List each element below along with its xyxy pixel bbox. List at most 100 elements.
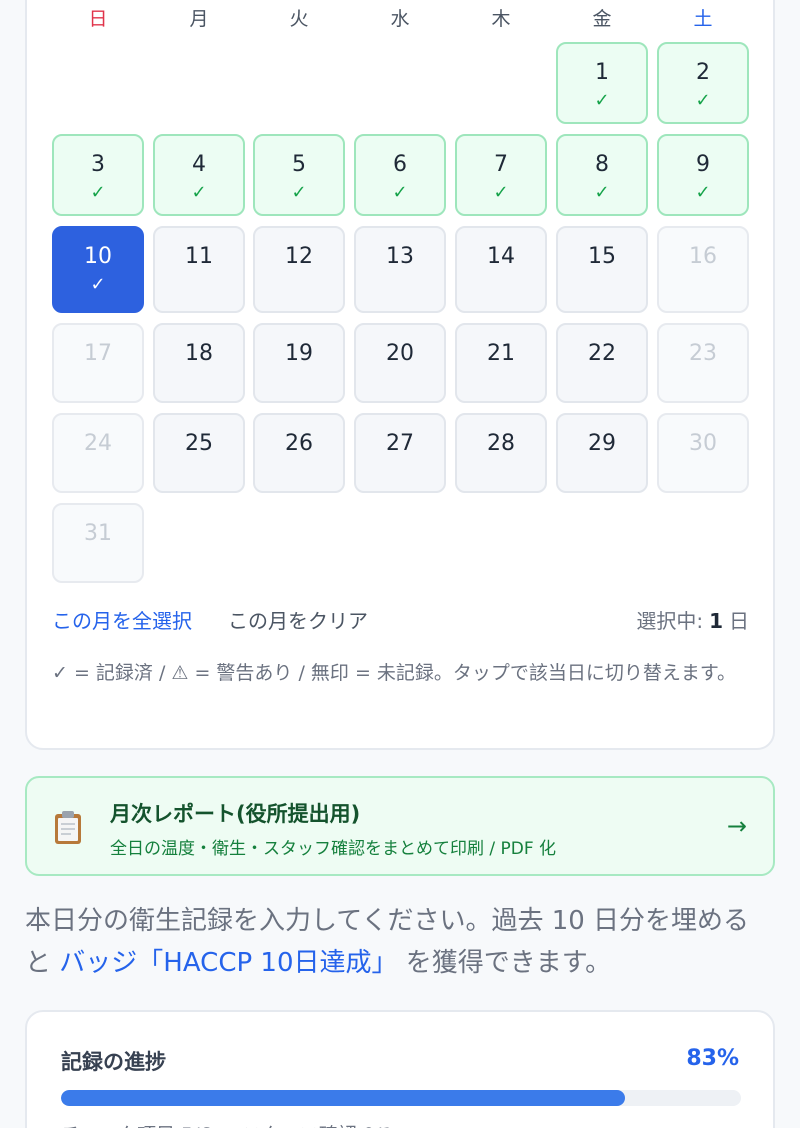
- badge-name: バッジ「HACCP 10日達成」: [59, 948, 398, 978]
- calendar-day-9[interactable]: 9 ✓: [657, 134, 749, 216]
- selected-count-suffix: 日: [729, 609, 749, 633]
- day-number: 8: [595, 152, 609, 177]
- calendar-day-7[interactable]: 7 ✓: [455, 134, 547, 216]
- day-number: 24: [84, 431, 112, 456]
- progress-title: 記録の進捗: [61, 1050, 166, 1074]
- check-icon: ✓: [594, 182, 610, 203]
- day-number: 6: [393, 152, 407, 177]
- day-number: 1: [595, 60, 609, 85]
- calendar-day-17[interactable]: 17: [52, 323, 144, 403]
- calendar-day-20[interactable]: 20: [354, 323, 446, 403]
- calendar-day-31[interactable]: 31: [52, 503, 144, 583]
- check-icon: ✓: [594, 90, 610, 111]
- progress-detail: チェック項目 5/6 ・ スタッフ確認 0/1: [61, 1120, 393, 1128]
- intro-text: 本日分の衛生記録を入力してください。過去 10 日分を埋めると バッジ「HACC…: [25, 900, 775, 984]
- day-number: 13: [386, 244, 414, 269]
- report-title: 月次レポート(役所提出用): [110, 802, 361, 826]
- calendar-grid: 1 ✓ 2 ✓ 3 ✓ 4 ✓ 5 ✓ 6 ✓ 7 ✓ 8 ✓ 9 ✓ 10 ✓ 11 12 13 14 15 16 17 18 19 2…: [52, 42, 749, 587]
- weekday-sat: 土: [693, 8, 713, 30]
- day-number: 28: [487, 431, 515, 456]
- calendar-day-1[interactable]: 1 ✓: [556, 42, 648, 124]
- report-subtitle: 全日の温度・衛生・スタッフ確認をまとめて印刷 / PDF 化: [110, 839, 557, 859]
- day-number: 26: [285, 431, 313, 456]
- calendar-day-6[interactable]: 6 ✓: [354, 134, 446, 216]
- calendar-day-11[interactable]: 11: [153, 226, 245, 313]
- selected-count-value: 1: [709, 609, 723, 633]
- weekday-sun: 日: [88, 8, 108, 30]
- check-icon: ✓: [291, 182, 307, 203]
- calendar-day-15[interactable]: 15: [556, 226, 648, 313]
- calendar-day-16[interactable]: 16: [657, 226, 749, 313]
- intro-text-after: を獲得できます。: [405, 948, 612, 978]
- calendar-day-10[interactable]: 10 ✓: [52, 226, 144, 313]
- day-number: 19: [285, 341, 313, 366]
- day-number: 20: [386, 341, 414, 366]
- day-number: 5: [292, 152, 306, 177]
- weekday-mon: 月: [189, 8, 209, 30]
- progress-percent: 83%: [686, 1046, 739, 1071]
- calendar-day-23[interactable]: 23: [657, 323, 749, 403]
- day-number: 10: [84, 244, 112, 269]
- day-number: 4: [192, 152, 206, 177]
- calendar-day-18[interactable]: 18: [153, 323, 245, 403]
- calendar-day-28[interactable]: 28: [455, 413, 547, 493]
- selected-count-prefix: 選択中:: [636, 609, 704, 633]
- calendar-day-3[interactable]: 3 ✓: [52, 134, 144, 216]
- weekday-tue: 火: [289, 8, 309, 30]
- calendar-legend: ✓ = 記録済 / ⚠ = 警告あり / 無印 = 未記録。タップで該当日に切り…: [52, 662, 737, 684]
- check-icon: ✓: [695, 182, 711, 203]
- month-actions: この月を全選択 この月をクリア 選択中: 1 日: [52, 605, 749, 635]
- check-icon: ✓: [191, 182, 207, 203]
- calendar-day-4[interactable]: 4 ✓: [153, 134, 245, 216]
- calendar-day-5[interactable]: 5 ✓: [253, 134, 345, 216]
- calendar-day-12[interactable]: 12: [253, 226, 345, 313]
- day-number: 2: [696, 60, 710, 85]
- day-number: 27: [386, 431, 414, 456]
- weekday-thu: 木: [491, 8, 511, 30]
- day-number: 29: [588, 431, 616, 456]
- calendar-day-22[interactable]: 22: [556, 323, 648, 403]
- arrow-right-icon: →: [726, 812, 747, 840]
- clipboard-icon: [55, 811, 81, 844]
- weekday-wed: 水: [390, 8, 410, 30]
- calendar-day-19[interactable]: 19: [253, 323, 345, 403]
- progress-bar: [61, 1090, 741, 1106]
- day-number: 31: [84, 521, 112, 546]
- calendar-day-30[interactable]: 30: [657, 413, 749, 493]
- selected-count: 選択中: 1 日: [636, 605, 749, 634]
- check-icon: ✓: [90, 274, 106, 295]
- weekday-header: 日 月 火 水 木 金 土: [52, 4, 749, 34]
- day-number: 15: [588, 244, 616, 269]
- check-icon: ✓: [493, 182, 509, 203]
- day-number: 7: [494, 152, 508, 177]
- day-number: 25: [185, 431, 213, 456]
- calendar-day-14[interactable]: 14: [455, 226, 547, 313]
- day-number: 22: [588, 341, 616, 366]
- day-number: 21: [487, 341, 515, 366]
- progress-card: 記録の進捗 83% チェック項目 5/6 ・ スタッフ確認 0/1: [25, 1010, 775, 1128]
- calendar-day-26[interactable]: 26: [253, 413, 345, 493]
- progress-bar-fill: [61, 1090, 626, 1106]
- day-number: 16: [689, 244, 717, 269]
- day-number: 18: [185, 341, 213, 366]
- calendar-day-21[interactable]: 21: [455, 323, 547, 403]
- day-number: 23: [689, 341, 717, 366]
- monthly-report-button[interactable]: 月次レポート(役所提出用) 全日の温度・衛生・スタッフ確認をまとめて印刷 / P…: [25, 776, 775, 876]
- check-icon: ✓: [90, 182, 106, 203]
- check-icon: ✓: [695, 90, 711, 111]
- calendar-day-24[interactable]: 24: [52, 413, 144, 493]
- select-all-month-link[interactable]: この月を全選択: [52, 605, 192, 634]
- day-number: 14: [487, 244, 515, 269]
- calendar-day-27[interactable]: 27: [354, 413, 446, 493]
- calendar-day-13[interactable]: 13: [354, 226, 446, 313]
- day-number: 11: [185, 244, 213, 269]
- day-number: 12: [285, 244, 313, 269]
- calendar-day-29[interactable]: 29: [556, 413, 648, 493]
- calendar-day-25[interactable]: 25: [153, 413, 245, 493]
- calendar-day-8[interactable]: 8 ✓: [556, 134, 648, 216]
- day-number: 17: [84, 341, 112, 366]
- day-number: 9: [696, 152, 710, 177]
- clear-month-link[interactable]: この月をクリア: [228, 605, 368, 634]
- check-icon: ✓: [392, 182, 408, 203]
- calendar-day-2[interactable]: 2 ✓: [657, 42, 749, 124]
